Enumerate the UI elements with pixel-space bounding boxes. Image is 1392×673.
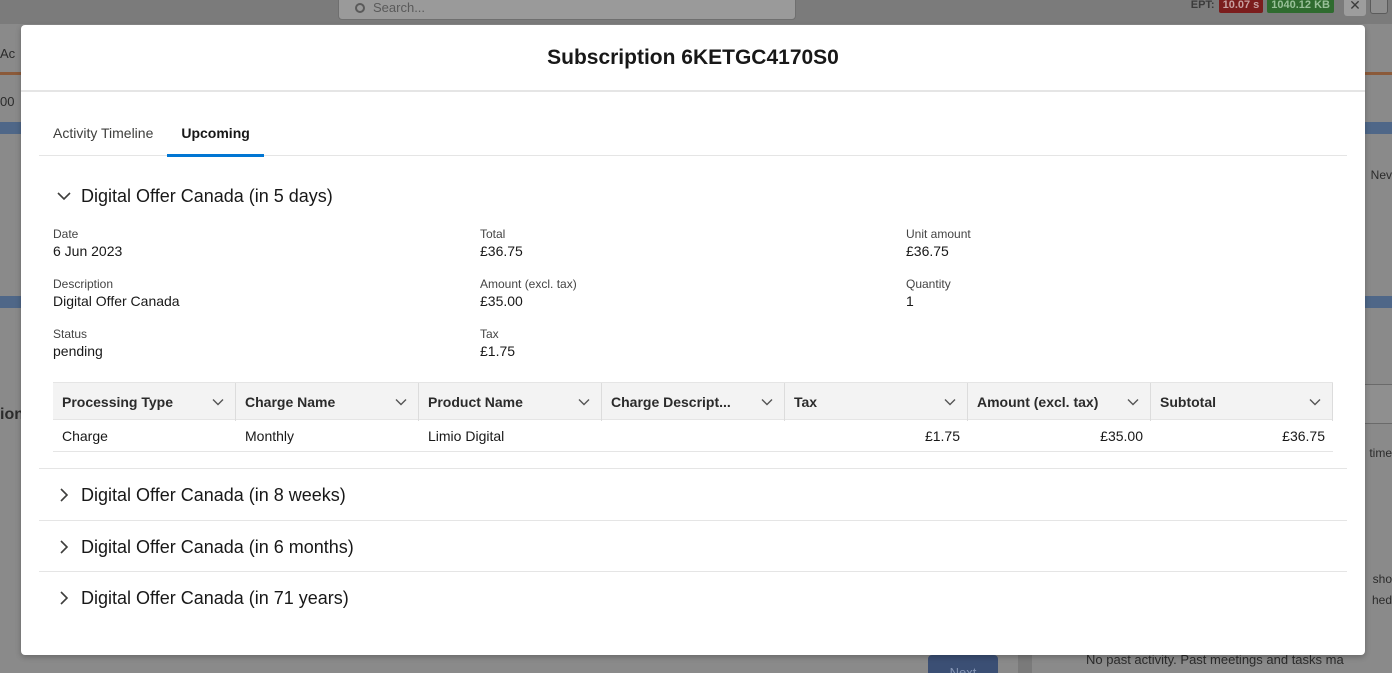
section-divider xyxy=(39,520,1347,521)
chevron-down-icon[interactable] xyxy=(577,395,591,409)
table-cell: Monthly xyxy=(245,428,295,444)
tax-value: £1.75 xyxy=(480,343,516,359)
status-value: pending xyxy=(53,343,103,359)
column-label: Processing Type xyxy=(62,394,174,410)
table-cell: Limio Digital xyxy=(428,428,505,444)
table-cell: £36.75 xyxy=(1282,428,1325,444)
table-header: Processing Type Charge Name Product Name… xyxy=(53,382,1333,421)
quantity-label: Quantity xyxy=(906,277,951,291)
close-icon: ✕ xyxy=(1344,0,1366,16)
column-header-charge-description[interactable]: Charge Descript... xyxy=(602,383,785,421)
table-cell: £1.75 xyxy=(924,428,960,444)
background-dropdown xyxy=(1370,0,1388,14)
upcoming-section: Digital Offer Canada (in 71 years) xyxy=(39,585,1347,611)
section-header[interactable]: Digital Offer Canada (in 6 months) xyxy=(39,534,1347,560)
total-label: Total xyxy=(480,227,506,241)
chevron-right-icon xyxy=(53,588,75,608)
tab-bar: Activity Timeline Upcoming xyxy=(39,115,1347,157)
chevron-down-icon[interactable] xyxy=(211,395,225,409)
background-search-input: Search... xyxy=(338,0,796,20)
chevron-down-icon[interactable] xyxy=(1308,395,1322,409)
ept-size-badge: 1040.12 KB xyxy=(1267,0,1334,13)
section-divider xyxy=(39,468,1347,469)
section-title: Digital Offer Canada (in 5 days) xyxy=(81,185,333,206)
column-label: Product Name xyxy=(428,394,523,410)
tab-activity-timeline[interactable]: Activity Timeline xyxy=(39,115,167,156)
column-header-subtotal[interactable]: Subtotal xyxy=(1151,383,1333,421)
section-header[interactable]: Digital Offer Canada (in 5 days) xyxy=(39,183,1347,209)
unit-amount-label: Unit amount xyxy=(906,227,971,241)
chevron-right-icon xyxy=(53,537,75,557)
chevron-right-icon xyxy=(53,485,75,505)
column-header-amount-excl-tax[interactable]: Amount (excl. tax) xyxy=(968,383,1151,421)
section-title: Digital Offer Canada (in 6 months) xyxy=(81,536,354,557)
upcoming-section: Digital Offer Canada (in 8 weeks) xyxy=(39,482,1347,508)
chevron-down-icon[interactable] xyxy=(943,395,957,409)
column-header-charge-name[interactable]: Charge Name xyxy=(236,383,419,421)
amount-value: £35.00 xyxy=(480,293,523,309)
background-fragment: time xyxy=(1369,446,1392,460)
chevron-down-icon[interactable] xyxy=(394,395,408,409)
total-value: £36.75 xyxy=(480,243,523,259)
tab-upcoming[interactable]: Upcoming xyxy=(167,115,265,157)
background-next-button: Next xyxy=(928,655,998,673)
table-cell: Charge xyxy=(62,428,108,444)
description-label: Description xyxy=(53,277,114,291)
column-label: Charge Descript... xyxy=(611,394,731,410)
details-column: Unit amount £36.75 Quantity 1 xyxy=(906,226,1206,326)
section-header[interactable]: Digital Offer Canada (in 71 years) xyxy=(39,585,1347,611)
search-placeholder: Search... xyxy=(373,0,426,15)
column-label: Amount (excl. tax) xyxy=(977,394,1099,410)
column-label: Tax xyxy=(794,394,818,410)
background-fragment: Nev xyxy=(1370,168,1392,182)
charge-details: Date 6 Jun 2023 Description Digital Offe… xyxy=(53,226,1343,376)
chevron-down-icon[interactable] xyxy=(1126,395,1140,409)
section-title: Digital Offer Canada (in 71 years) xyxy=(81,587,349,608)
status-label: Status xyxy=(53,327,88,341)
chevron-down-icon xyxy=(53,186,75,206)
modal-title: Subscription 6KETGC4170S0 xyxy=(547,45,839,69)
ept-time-badge: 10.07 s xyxy=(1218,0,1264,13)
column-header-product-name[interactable]: Product Name xyxy=(419,383,602,421)
amount-label: Amount (excl. tax) xyxy=(480,277,577,291)
section-title: Digital Offer Canada (in 8 weeks) xyxy=(81,484,346,505)
unit-amount-value: £36.75 xyxy=(906,243,949,259)
column-label: Subtotal xyxy=(1160,394,1216,410)
details-column: Total £36.75 Amount (excl. tax) £35.00 T… xyxy=(480,226,780,376)
search-icon xyxy=(355,3,365,13)
tax-label: Tax xyxy=(480,327,499,341)
chevron-down-icon[interactable] xyxy=(760,395,774,409)
column-header-processing-type[interactable]: Processing Type xyxy=(53,383,236,421)
date-value: 6 Jun 2023 xyxy=(53,243,123,259)
details-column: Date 6 Jun 2023 Description Digital Offe… xyxy=(53,226,353,376)
background-fragment: Ac xyxy=(0,46,16,61)
modal-header: Subscription 6KETGC4170S0 xyxy=(21,25,1365,92)
section-header[interactable]: Digital Offer Canada (in 8 weeks) xyxy=(39,482,1347,508)
subscription-modal: Subscription 6KETGC4170S0 Activity Timel… xyxy=(21,25,1365,655)
date-label: Date xyxy=(53,227,79,241)
background-fragment: 00 xyxy=(0,94,15,109)
upcoming-section: Digital Offer Canada (in 6 months) xyxy=(39,534,1347,560)
upcoming-section: Digital Offer Canada (in 5 days) xyxy=(39,183,1347,209)
description-value: Digital Offer Canada xyxy=(53,293,180,309)
column-label: Charge Name xyxy=(245,394,336,410)
charges-table: Processing Type Charge Name Product Name… xyxy=(53,382,1333,452)
quantity-value: 1 xyxy=(906,293,914,309)
section-divider xyxy=(39,571,1347,572)
ept-label: EPT: xyxy=(1190,0,1215,11)
background-fragment: sho xyxy=(1372,572,1392,586)
table-cell xyxy=(602,420,785,451)
background-fragment: hed xyxy=(1371,593,1392,607)
column-header-tax[interactable]: Tax xyxy=(785,383,968,421)
table-cell: £35.00 xyxy=(1100,428,1143,444)
table-row: Charge Monthly Limio Digital £1.75 £35.0… xyxy=(53,420,1333,452)
ept-indicator: EPT: 10.07 s 1040.12 KB xyxy=(1191,0,1334,13)
